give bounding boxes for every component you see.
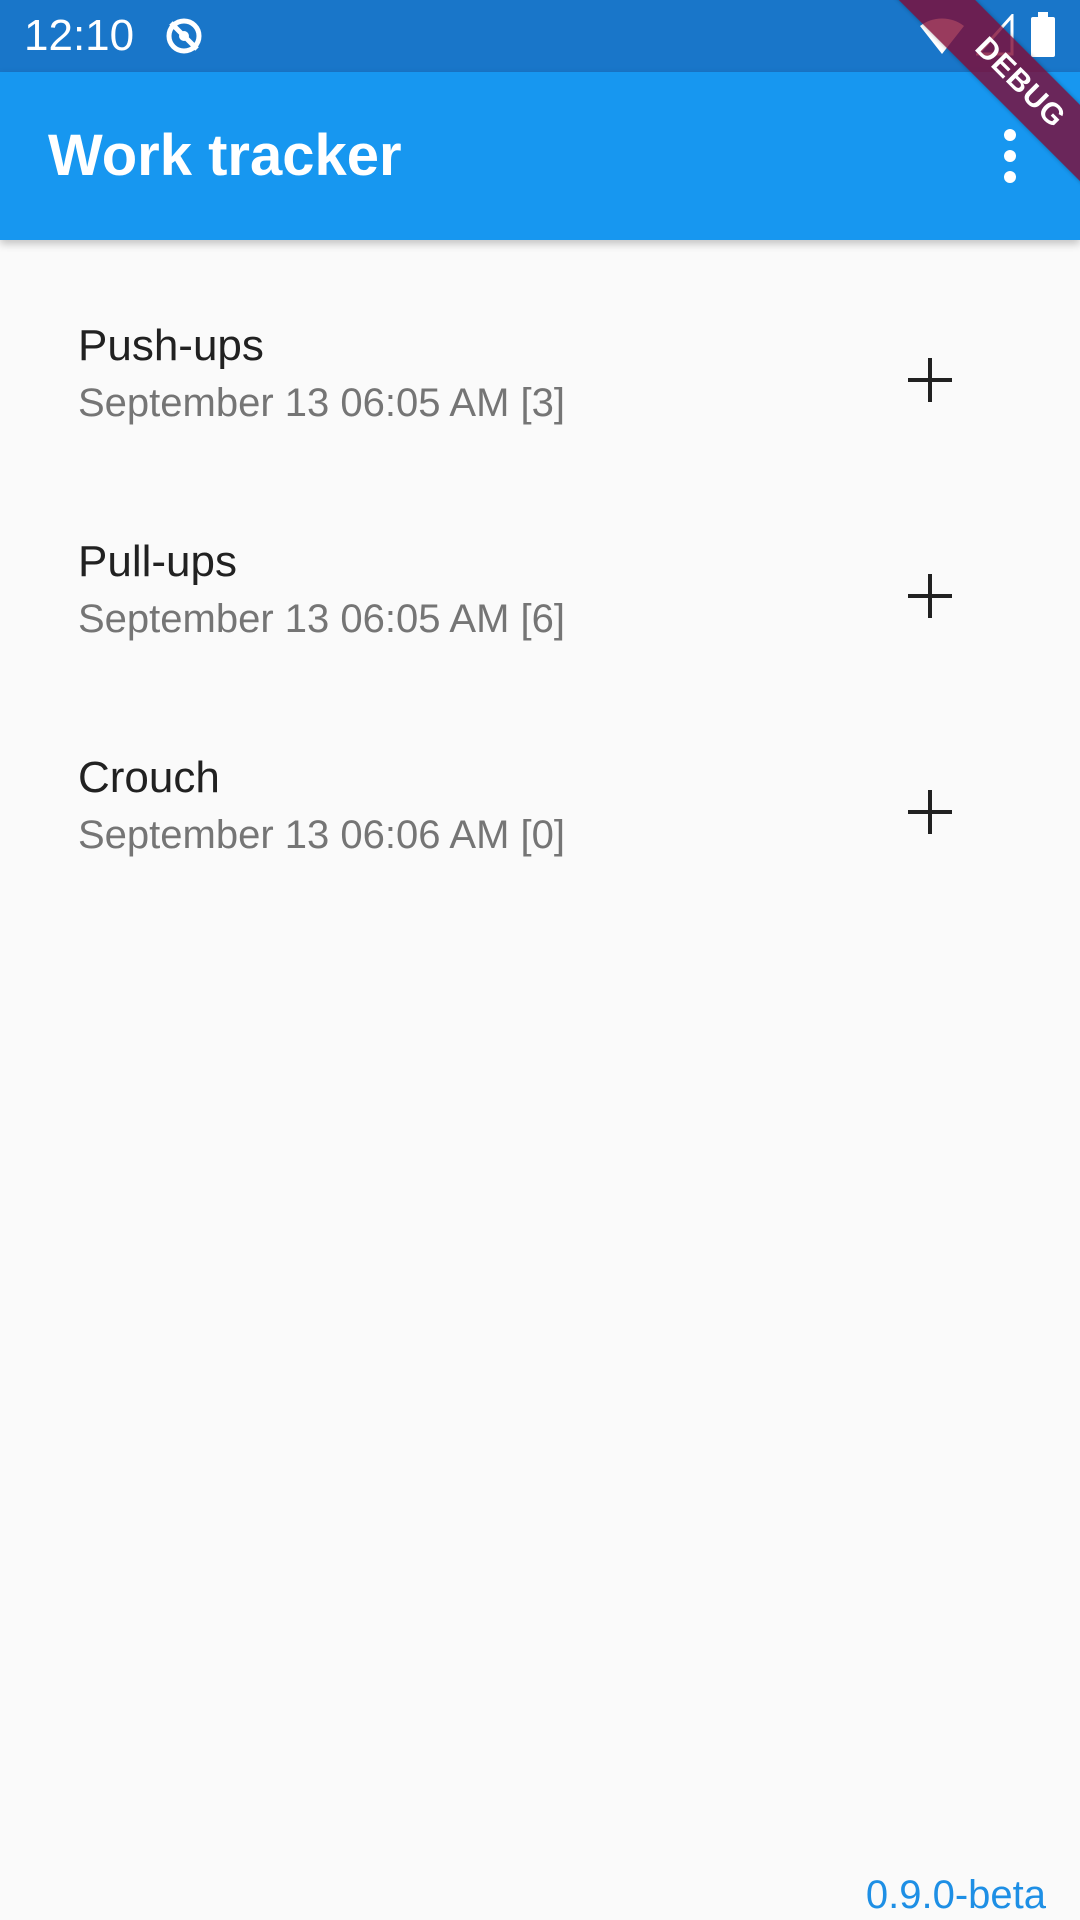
exercise-detail: September 13 06:06 AM [0] [78, 813, 565, 857]
add-icon [908, 790, 952, 834]
app-bar: Work tracker [0, 72, 1080, 240]
exercise-list: Push-ups September 13 06:05 AM [3] Pull-… [0, 240, 1080, 888]
add-icon [908, 574, 952, 618]
app-screen: 12:10 Work tracker DEBUG Push-ups Septem… [0, 0, 1080, 1920]
exercise-name: Push-ups [78, 321, 264, 370]
battery-icon [1031, 12, 1055, 57]
version-label: 0.9.0-beta [865, 1873, 1046, 1917]
app-title: Work tracker [48, 123, 402, 188]
exercise-name: Pull-ups [78, 537, 237, 586]
list-item[interactable]: Push-ups September 13 06:05 AM [3] [0, 240, 1080, 456]
status-time: 12:10 [24, 11, 135, 60]
exercise-name: Crouch [78, 753, 220, 802]
add-button[interactable] [880, 762, 980, 862]
exercise-detail: September 13 06:05 AM [6] [78, 597, 565, 641]
add-icon [908, 358, 952, 402]
add-button[interactable] [880, 330, 980, 430]
list-item[interactable]: Crouch September 13 06:06 AM [0] [0, 672, 1080, 888]
overflow-menu-icon[interactable] [984, 122, 1036, 190]
list-item[interactable]: Pull-ups September 13 06:05 AM [6] [0, 456, 1080, 672]
add-button[interactable] [880, 546, 980, 646]
sync-icon [166, 18, 202, 54]
exercise-detail: September 13 06:05 AM [3] [78, 381, 565, 425]
